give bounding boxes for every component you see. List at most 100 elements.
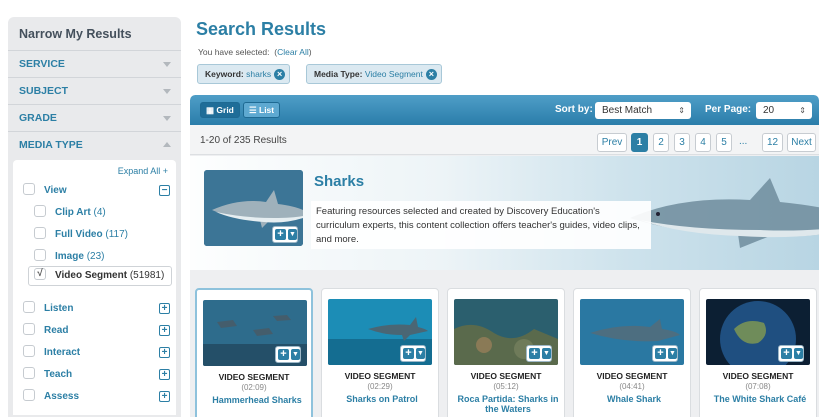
media-type-listen[interactable]: Listen + [23, 301, 170, 317]
clear-all-link[interactable]: Clear All [277, 47, 309, 57]
video-thumbnail[interactable]: + ▼ [454, 299, 558, 365]
media-type-video-segment[interactable]: √ Video Segment (51981) [34, 268, 164, 284]
sort-label: Sort by: [555, 104, 593, 115]
list-view-button[interactable]: ☰ List [243, 102, 281, 118]
expand-icon[interactable]: + [159, 325, 170, 336]
add-to-button[interactable]: + ▼ [400, 345, 426, 362]
media-type-interact[interactable]: Interact + [23, 345, 170, 361]
collection-title[interactable]: Sharks [314, 173, 364, 190]
filter-section-media-type[interactable]: MEDIA TYPE [8, 132, 181, 159]
filter-chip-media-type: Media Type: Video Segment × [306, 64, 442, 84]
card-type: VIDEO SEGMENT [470, 371, 542, 381]
video-thumbnail[interactable]: + ▼ [328, 299, 432, 365]
checkbox[interactable] [23, 323, 35, 336]
filter-section-grade[interactable]: GRADE [8, 105, 181, 132]
media-type-label: Assess [44, 391, 80, 402]
section-label: SUBJECT [19, 85, 69, 97]
media-type-teach[interactable]: Teach + [23, 367, 170, 383]
video-thumbnail[interactable]: + ▼ [580, 299, 684, 365]
media-type-full-video[interactable]: Full Video (117) [34, 227, 128, 243]
add-to-button[interactable]: + ▼ [275, 346, 301, 363]
checkbox[interactable] [23, 389, 35, 402]
checkbox-checked[interactable]: √ [34, 268, 46, 281]
card-title[interactable]: Roca Partida: Sharks in the Waters [454, 394, 562, 414]
pagination-page-4[interactable]: 4 [695, 133, 711, 152]
card-duration: (07:08) [745, 382, 771, 391]
media-type-count: (23) [86, 251, 105, 262]
per-page-select[interactable]: 20 ⇕ [756, 102, 812, 119]
media-type-view[interactable]: View − [23, 183, 170, 199]
sidebar-title: Narrow My Results [8, 17, 181, 51]
per-page-label: Per Page: [705, 104, 752, 115]
selected-filters-label: You have selected: (Clear All) [198, 47, 312, 57]
pagination-next[interactable]: Next [787, 133, 816, 152]
filter-sidebar: Narrow My Results SERVICE SUBJECT GRADE … [8, 17, 181, 417]
grid-icon: ▦ [206, 105, 215, 115]
card-title[interactable]: Hammerhead Sharks [203, 395, 311, 405]
card-title[interactable]: The White Shark Café [706, 394, 814, 404]
expand-icon[interactable]: + [159, 303, 170, 314]
checkbox[interactable] [34, 249, 46, 262]
checkbox[interactable] [34, 205, 46, 218]
pagination-prev[interactable]: Prev [597, 133, 627, 152]
media-type-count: (4) [93, 207, 106, 218]
chevron-down-icon [163, 116, 171, 121]
card-title[interactable]: Sharks on Patrol [328, 394, 436, 404]
checkbox[interactable] [23, 183, 35, 196]
checkbox[interactable] [23, 345, 35, 358]
sort-select[interactable]: Best Match ⇕ [595, 102, 691, 119]
add-to-button[interactable]: + ▼ [652, 345, 678, 362]
media-type-clip-art[interactable]: Clip Art (4) [34, 205, 106, 221]
section-label: MEDIA TYPE [19, 139, 83, 151]
media-type-label: View [44, 185, 67, 196]
add-to-button[interactable]: + ▼ [778, 345, 804, 362]
media-type-label: Video Segment [55, 270, 128, 281]
chip-key: Media Type: [314, 69, 363, 79]
pagination-page-2[interactable]: 2 [653, 133, 669, 152]
plus-icon: + [403, 348, 414, 359]
card-title[interactable]: Whale Shark [580, 394, 688, 404]
result-card[interactable]: + ▼ VIDEO SEGMENT (07:08) The White Shark… [699, 288, 817, 417]
remove-icon[interactable]: × [425, 69, 437, 80]
checkbox[interactable] [23, 301, 35, 314]
filter-chip-keyword: Keyword: sharks × [197, 64, 291, 84]
expand-all-link[interactable]: Expand All + [118, 166, 168, 176]
expand-icon[interactable]: + [159, 347, 170, 358]
media-type-read[interactable]: Read + [23, 323, 170, 339]
video-thumbnail[interactable]: + ▼ [706, 299, 810, 365]
grid-view-button[interactable]: ▦ Grid [200, 102, 240, 118]
pagination-page-5[interactable]: 5 [716, 133, 732, 152]
add-to-button[interactable]: + ▼ [526, 345, 552, 362]
chevron-down-icon [163, 62, 171, 67]
collapse-icon[interactable]: − [159, 185, 170, 196]
select-arrow-icon: ⇕ [799, 106, 806, 115]
selected-label: You have selected: [198, 47, 270, 57]
collection-thumbnail[interactable]: + ▼ [204, 170, 303, 246]
card-duration: (02:29) [367, 382, 393, 391]
media-type-label: Listen [44, 303, 74, 314]
add-to-button[interactable]: + ▼ [272, 226, 298, 243]
filter-section-subject[interactable]: SUBJECT [8, 78, 181, 105]
collection-description: Featuring resources selected and created… [311, 201, 651, 249]
expand-icon[interactable]: + [159, 369, 170, 380]
pagination-page-12[interactable]: 12 [762, 133, 783, 152]
pagination-page-1[interactable]: 1 [631, 133, 648, 152]
filter-section-service[interactable]: SERVICE [8, 51, 181, 78]
result-card[interactable]: + ▼ VIDEO SEGMENT (04:41) Whale Shark [573, 288, 691, 417]
media-type-assess[interactable]: Assess + [23, 389, 170, 405]
remove-icon[interactable]: × [274, 69, 286, 80]
card-type: VIDEO SEGMENT [722, 371, 794, 381]
checkbox[interactable] [34, 227, 46, 240]
card-duration: (04:41) [619, 382, 645, 391]
result-card[interactable]: + ▼ VIDEO SEGMENT (02:09) Hammerhead Shar… [195, 288, 313, 417]
expand-icon[interactable]: + [159, 391, 170, 402]
checkbox[interactable] [23, 367, 35, 380]
chip-key: Keyword: [205, 69, 244, 79]
result-card[interactable]: + ▼ VIDEO SEGMENT (05:12) Roca Partida: S… [447, 288, 565, 417]
video-thumbnail[interactable]: + ▼ [203, 300, 307, 366]
chip-value: sharks [246, 69, 272, 79]
media-type-image[interactable]: Image (23) [34, 249, 104, 265]
pagination-page-3[interactable]: 3 [674, 133, 690, 152]
media-type-label: Teach [44, 369, 73, 380]
result-card[interactable]: + ▼ VIDEO SEGMENT (02:29) Sharks on Patro… [321, 288, 439, 417]
